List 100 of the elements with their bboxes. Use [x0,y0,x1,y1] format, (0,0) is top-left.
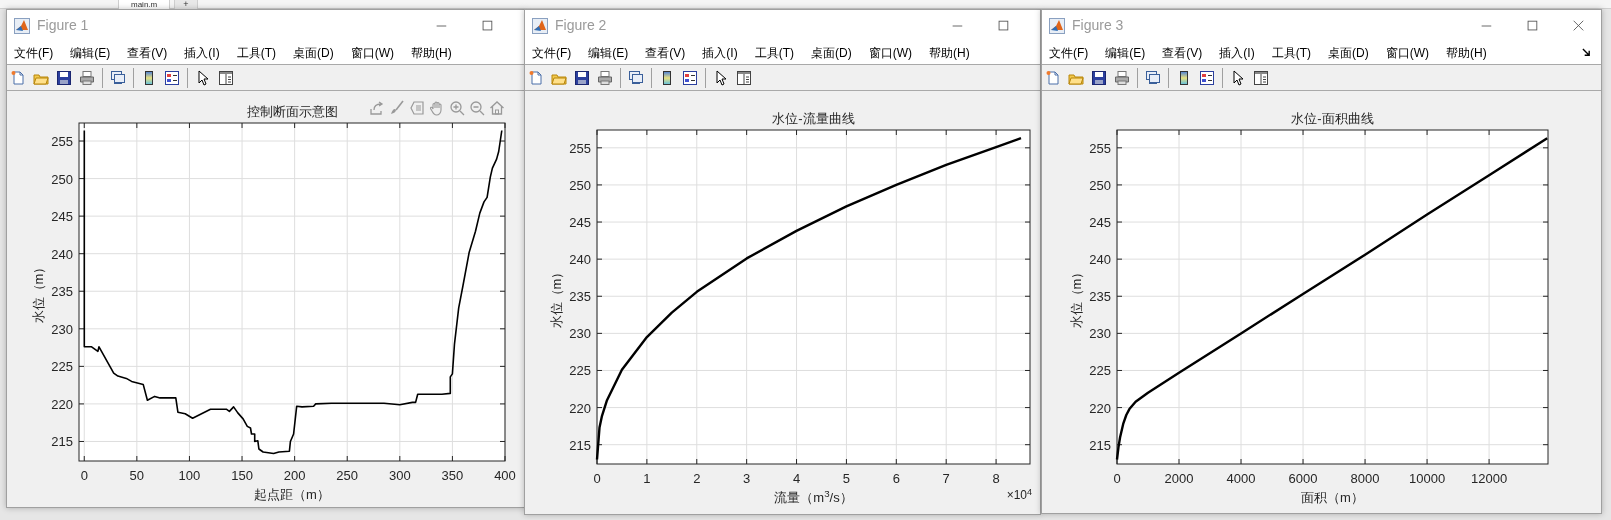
arrow-icon[interactable] [1582,48,1591,57]
tick-label: 300 [388,468,411,483]
export-icon[interactable] [369,100,385,116]
tick-label: 2 [693,471,701,486]
tick-label: 255 [1089,140,1111,156]
menu-item[interactable]: 桌面(D) [1326,43,1371,62]
print-icon[interactable] [597,69,613,86]
new-file-icon[interactable] [10,69,26,86]
tick-label: 255 [51,134,73,150]
menu-item[interactable]: 插入(I) [1217,43,1257,62]
menu-item[interactable]: 文件(F) [12,43,56,62]
pointer-icon[interactable] [713,69,729,86]
menu-item[interactable]: 帮助(H) [1444,43,1489,62]
app-icon [1049,17,1065,34]
menu-item[interactable]: 插入(I) [182,43,222,62]
legend-icon[interactable] [1199,69,1215,86]
tick-label: 2000 [1164,471,1194,486]
menu-item[interactable]: 工具(T) [234,43,278,62]
save-icon[interactable] [1091,69,1107,86]
zoom-out-icon[interactable] [469,100,485,116]
maximize-icon[interactable] [480,18,494,33]
app-icon [532,17,548,34]
legend-icon[interactable] [164,69,180,86]
menu-item[interactable]: 工具(T) [752,43,796,62]
linked-windows-icon[interactable] [110,69,126,86]
maximize-icon[interactable] [996,18,1010,33]
tick-label: 100 [178,468,201,483]
pointer-icon[interactable] [195,69,211,86]
panel-icon[interactable] [218,69,234,86]
linked-windows-icon[interactable] [628,69,644,86]
save-icon[interactable] [574,69,590,86]
tick-label: 250 [1089,177,1111,193]
menu-item[interactable]: 窗口(W) [348,43,396,62]
legend-icon[interactable] [682,69,698,86]
new-tab-button[interactable]: + [174,0,198,9]
close-icon[interactable] [1571,18,1585,33]
menu-item[interactable]: 编辑(E) [68,43,113,62]
tick-label: 400 [494,468,516,483]
tick-label: 8 [992,471,1000,486]
menu-item[interactable]: 编辑(E) [586,43,631,62]
tick-label: 240 [51,246,73,262]
tick-label: 245 [569,215,591,231]
menu-item[interactable]: 查看(V) [125,43,170,62]
menu-item[interactable]: 窗口(W) [866,43,914,62]
axis-label: 流量（m$^{3}$/s） [774,488,853,507]
hand-icon[interactable] [429,100,445,116]
tick-label: 225 [51,359,73,375]
pointer-icon[interactable] [1230,69,1246,86]
tick-label: 10000 [1409,471,1446,486]
tick-label: 220 [51,396,73,412]
panel-icon[interactable] [1253,69,1269,86]
linked-windows-icon[interactable] [1145,69,1161,86]
tick-label: 350 [441,468,464,483]
tick-label: 3 [743,471,751,486]
tick-label: 200 [283,468,306,483]
maximize-icon[interactable] [1525,18,1539,33]
tick-label: 150 [231,468,253,483]
menu-item[interactable]: 桌面(D) [809,43,854,62]
menu-item[interactable]: 工具(T) [1269,43,1313,62]
save-icon[interactable] [56,69,72,86]
tick-label: 255 [569,140,591,156]
new-file-icon[interactable] [1045,69,1061,86]
menu-item[interactable]: 查看(V) [643,43,688,62]
tick-label: 215 [1089,437,1111,453]
chart-title: 水位-流量曲线 [772,110,855,128]
tick-label: 225 [1089,363,1111,379]
tick-label: 220 [1089,400,1111,416]
menu-item[interactable]: 帮助(H) [927,43,972,62]
zoom-in-icon[interactable] [449,100,465,116]
tick-label: 0 [80,468,88,483]
tick-label: 4000 [1226,471,1256,486]
menu-item[interactable]: 窗口(W) [1383,43,1431,62]
tick-label: 230 [1089,326,1111,342]
menu-item[interactable]: 文件(F) [530,43,574,62]
tick-label: 240 [569,252,591,268]
axis-label: 水位（m） [1068,265,1086,329]
window-title: Figure 1 [37,16,89,35]
tick-label: 5 [842,471,851,486]
data-tip-icon[interactable] [409,100,425,116]
print-icon[interactable] [1114,69,1130,86]
home-icon[interactable] [489,100,505,116]
menu-item[interactable]: 文件(F) [1047,43,1091,62]
tick-label: 215 [569,437,591,453]
menu-item[interactable]: 桌面(D) [291,43,336,62]
menu-item[interactable]: 帮助(H) [409,43,454,62]
tick-label: 250 [51,171,73,187]
chart-title: 水位-面积曲线 [1291,110,1374,128]
tick-label: 250 [569,177,591,193]
new-file-icon[interactable] [528,69,544,86]
print-icon[interactable] [79,69,95,86]
axis-label: 水位（m） [30,260,48,324]
menu-item[interactable]: 查看(V) [1160,43,1205,62]
brush-icon[interactable] [389,100,405,116]
menu-item[interactable]: 插入(I) [700,43,740,62]
panel-icon[interactable] [736,69,752,86]
tick-label: 230 [51,321,73,337]
menu-item[interactable]: 编辑(E) [1103,43,1148,62]
tick-label: 6 [892,471,900,486]
axis-label: 起点距（m） [254,486,330,504]
tick-label: 230 [569,326,591,342]
